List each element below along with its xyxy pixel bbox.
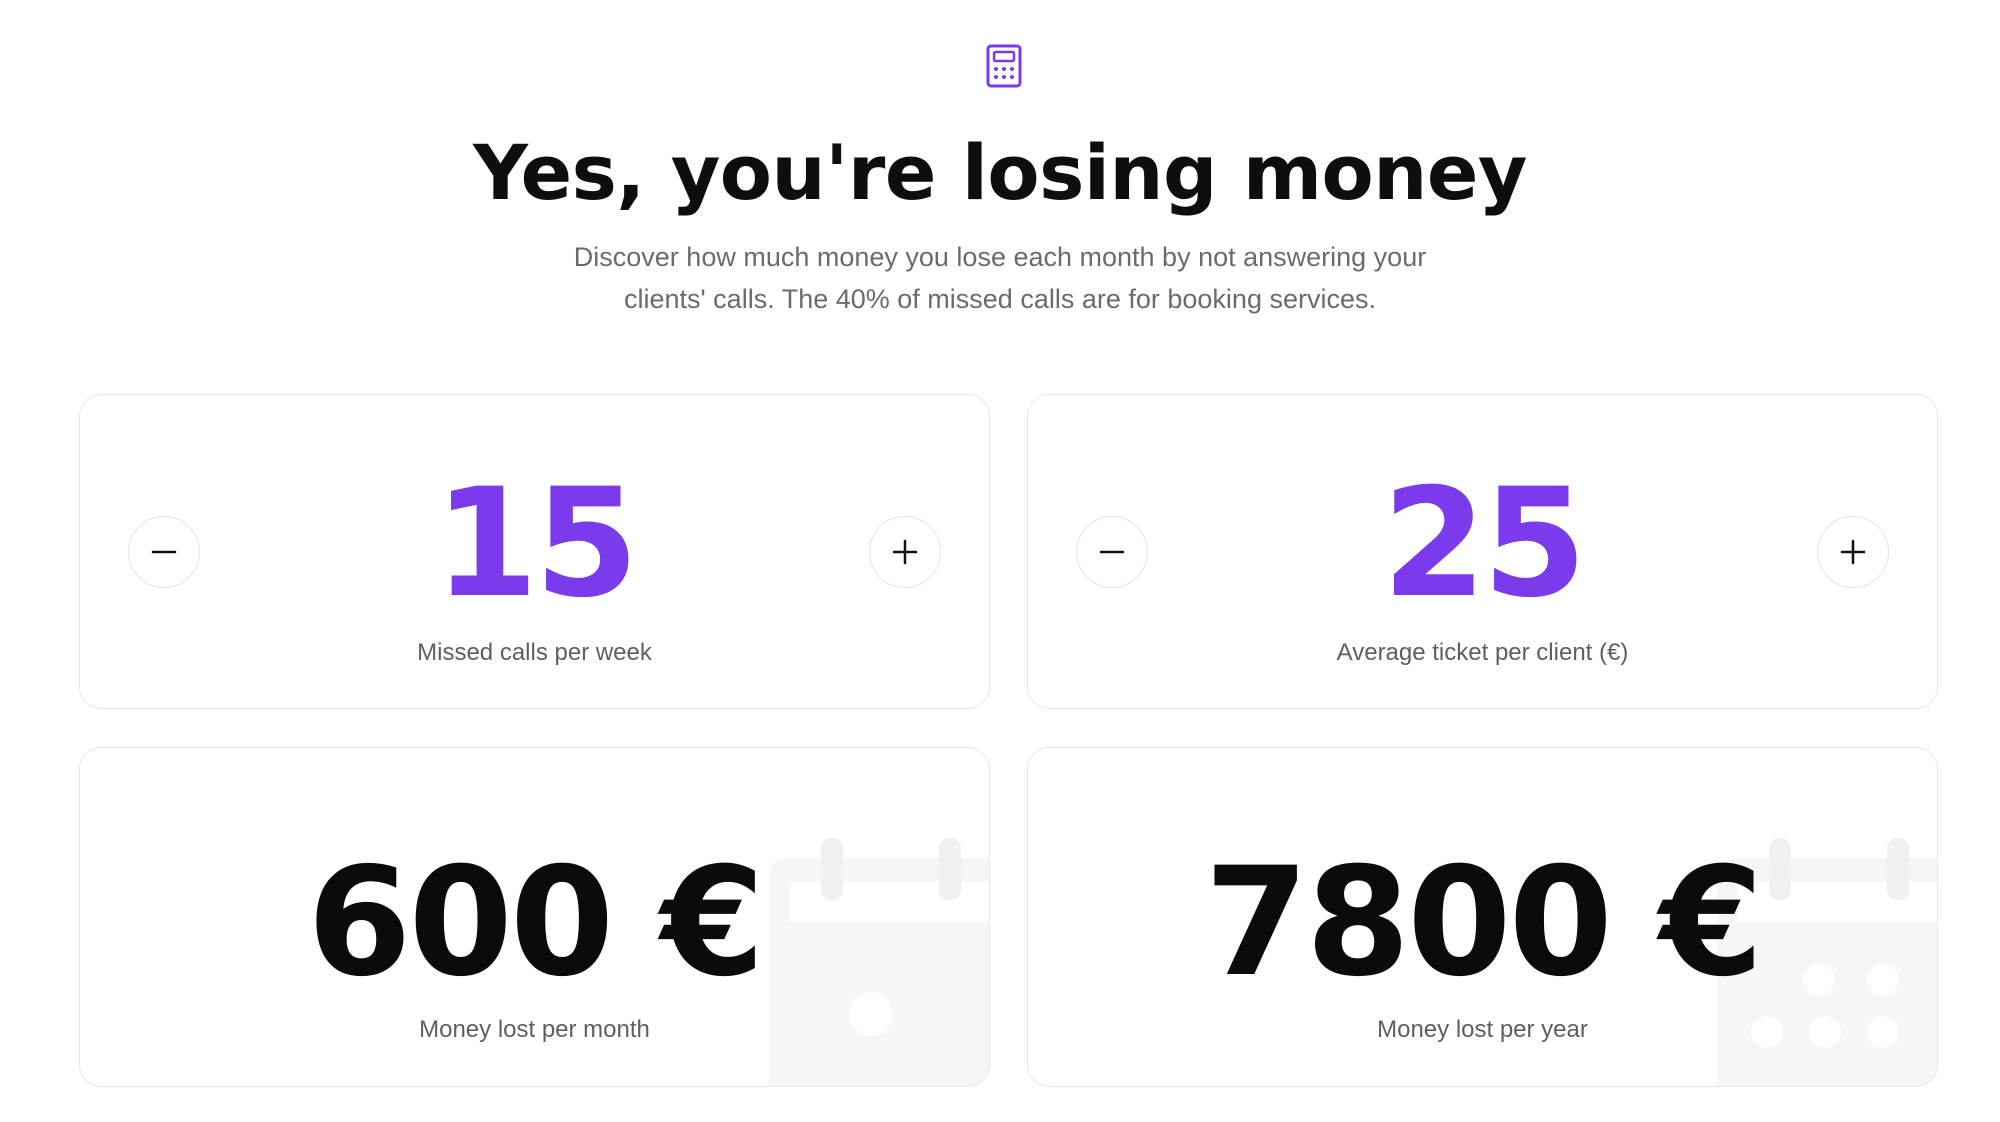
average-ticket-increment-button[interactable] [1817, 516, 1889, 588]
missed-calls-card: 15 Missed calls per week [79, 394, 990, 709]
missed-calls-label: Missed calls per week [417, 639, 652, 666]
page-title: Yes, you're losing money [473, 128, 1527, 217]
calculator-icon [986, 44, 1022, 88]
monthly-loss-label: Money lost per month [419, 1016, 650, 1043]
yearly-loss-label: Money lost per year [1377, 1016, 1588, 1043]
missed-calls-value: 15 [434, 457, 639, 631]
average-ticket-card: 25 Average ticket per client (€) [1027, 394, 1938, 709]
monthly-loss-value: 600 € [307, 836, 765, 1010]
missed-calls-increment-button[interactable] [869, 516, 941, 588]
yearly-loss-value: 7800 € [1204, 836, 1763, 1010]
plus-icon [1840, 539, 1866, 565]
plus-icon [892, 539, 918, 565]
average-ticket-label: Average ticket per client (€) [1336, 639, 1629, 666]
yearly-loss-card: 7800 € Money lost per year [1027, 747, 1938, 1087]
monthly-loss-card: 600 € Money lost per month [79, 747, 990, 1087]
average-ticket-value: 25 [1382, 457, 1587, 631]
page-subtitle: Discover how much money you lose each mo… [573, 242, 1427, 314]
